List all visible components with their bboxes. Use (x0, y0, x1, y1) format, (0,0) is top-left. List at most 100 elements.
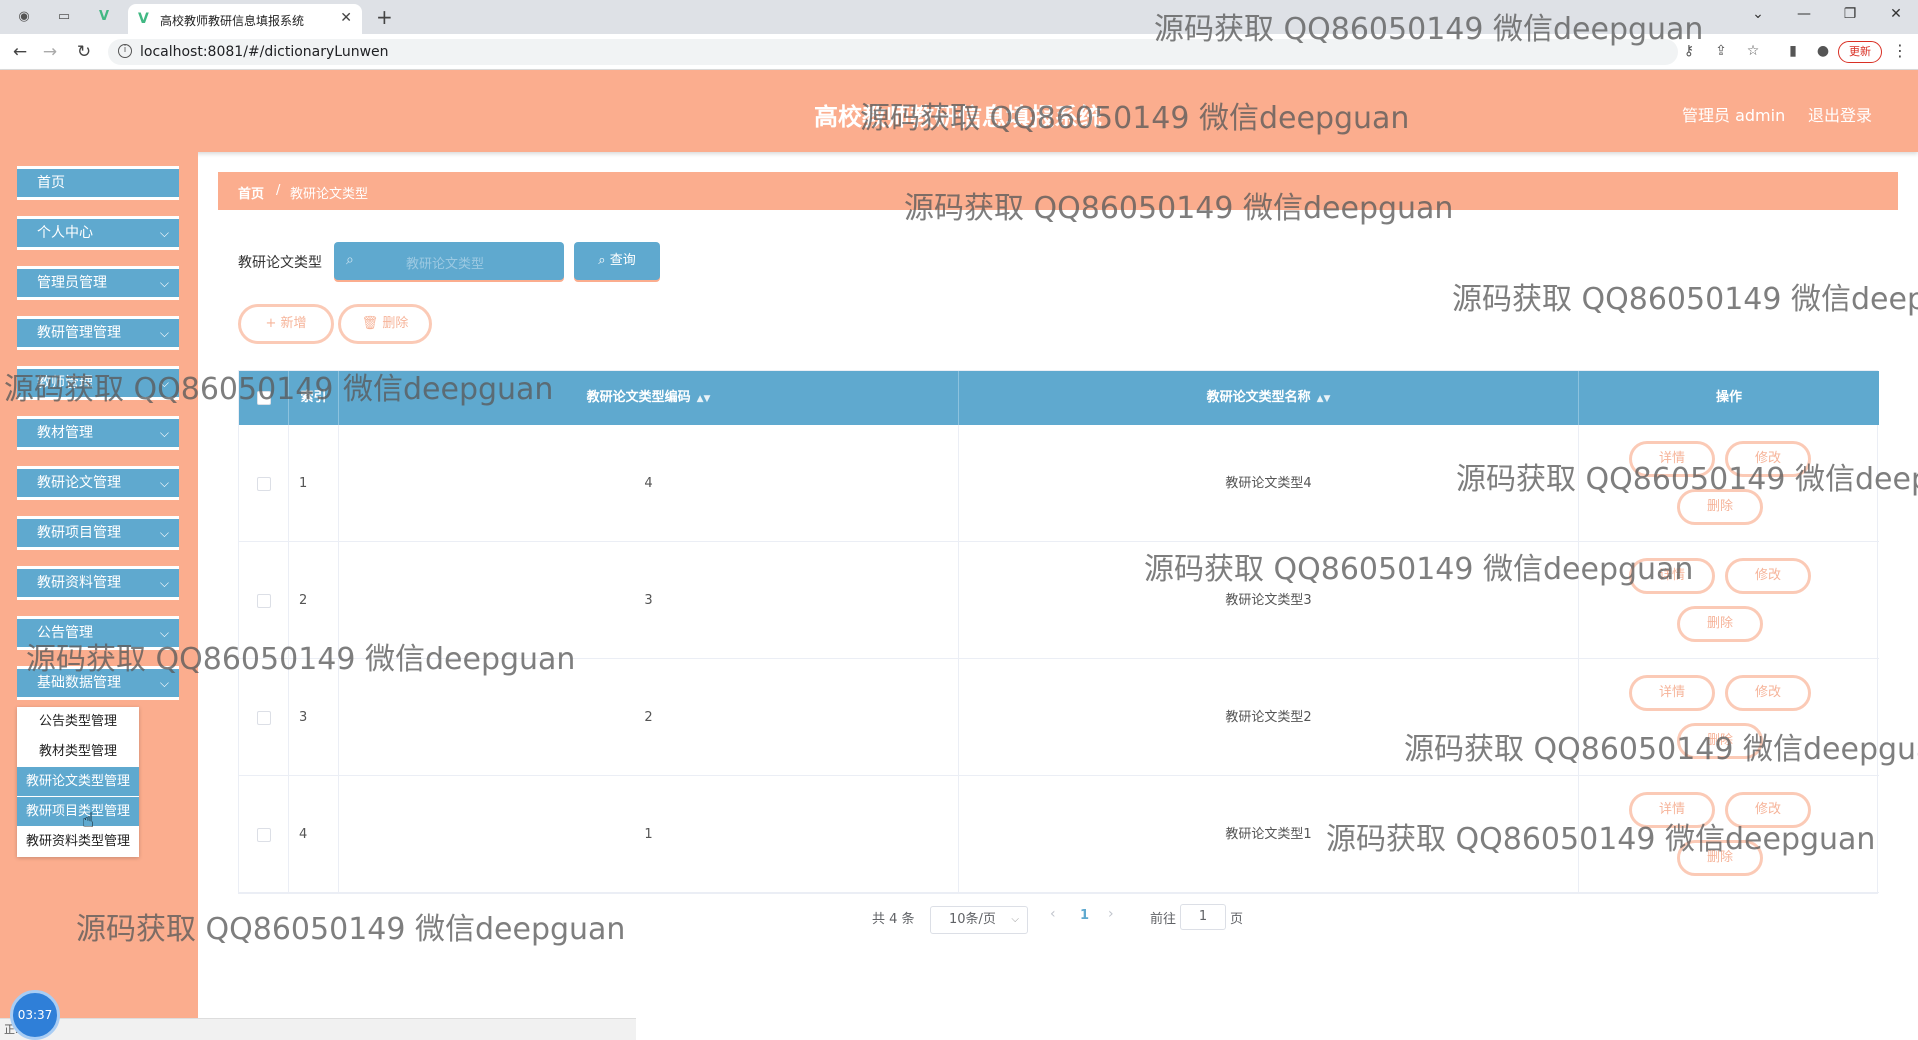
submenu-item-notice-type[interactable]: 公告类型管理 (17, 707, 139, 736)
chevron-down-icon: ⌵ (159, 576, 169, 590)
key-icon[interactable]: ⚷ (1680, 43, 1698, 59)
chevron-down-icon[interactable]: ⌄ (1748, 6, 1768, 22)
row-delete-button[interactable]: 删除 (1677, 489, 1763, 525)
logout-link[interactable]: 退出登录 (1808, 102, 1872, 126)
sidebar-item-home[interactable]: 首页 (17, 166, 179, 200)
sidebar-item-teacher[interactable]: 教师管理 ⌵ (17, 366, 179, 400)
browser-status-bar: 正... (0, 1018, 636, 1040)
name-cell: 教研论文类型3 (959, 542, 1579, 659)
sidebar-item-label: 基础数据管理 (37, 675, 121, 691)
row-checkbox[interactable] (256, 476, 271, 491)
edit-button[interactable]: 修改 (1725, 441, 1811, 477)
breadcrumb-home[interactable]: 首页 (238, 183, 264, 202)
page-number-current[interactable]: 1 (1080, 908, 1089, 923)
goto-label: 前往 (1150, 912, 1177, 927)
tab-icon[interactable]: ▭ (56, 9, 72, 25)
sidebar-item-notice[interactable]: 公告管理 ⌵ (17, 616, 179, 650)
minimize-icon[interactable]: — (1794, 6, 1814, 22)
profile-icon[interactable]: ● (1814, 43, 1832, 59)
sidebar-item-admin[interactable]: 管理员管理 ⌵ (17, 266, 179, 300)
sidepanel-icon[interactable]: ▮ (1784, 43, 1802, 59)
back-icon[interactable]: ← (10, 42, 30, 62)
index-cell: 1 (289, 425, 339, 542)
sidebar-item-personal[interactable]: 个人中心 ⌵ (17, 216, 179, 250)
row-delete-button[interactable]: 删除 (1677, 840, 1763, 876)
search-placeholder: 教研论文类型 (406, 257, 485, 272)
select-all-checkbox[interactable] (256, 390, 271, 405)
maximize-icon[interactable]: ❐ (1840, 6, 1860, 22)
row-delete-button[interactable]: 删除 (1677, 606, 1763, 642)
row-select-cell (239, 776, 289, 893)
sidebar-item-material[interactable]: 教研资料管理 ⌵ (17, 566, 179, 600)
chevron-down-icon: ⌵ (159, 426, 169, 440)
edit-button[interactable]: 修改 (1725, 792, 1811, 828)
forward-icon[interactable]: → (40, 42, 60, 62)
page-suffix-label: 页 (1230, 912, 1244, 927)
sidebar-item-label: 公告管理 (37, 625, 93, 641)
submenu-item-paper-type[interactable]: 教研论文类型管理 (17, 767, 139, 796)
code-cell: 1 (339, 776, 959, 893)
window-close-icon[interactable]: ✕ (1886, 6, 1906, 22)
operation-cell: 详情 修改 删除 (1579, 425, 1879, 542)
share-icon[interactable]: ⇪ (1712, 43, 1730, 59)
detail-button[interactable]: 详情 (1629, 558, 1715, 594)
more-icon[interactable]: ⋮ (1892, 41, 1908, 60)
new-tab-button[interactable]: + (376, 5, 393, 29)
edit-button[interactable]: 修改 (1725, 675, 1811, 711)
table-row: 3 2 教研论文类型2 详情 修改 删除 (239, 659, 1879, 776)
close-icon[interactable]: ✕ (340, 10, 352, 26)
page-jump-input[interactable]: 1 (1180, 904, 1226, 930)
sidebar-item-label: 教研项目管理 (37, 525, 121, 541)
row-select-cell (239, 659, 289, 776)
url-text: localhost:8081/#/dictionaryLunwen (140, 44, 389, 60)
table-row: 4 1 教研论文类型1 详情 修改 删除 (239, 776, 1879, 893)
info-icon[interactable]: i (118, 44, 132, 58)
submenu-item-textbook-type[interactable]: 教材类型管理 (17, 737, 139, 766)
detail-button[interactable]: 详情 (1629, 792, 1715, 828)
search-input[interactable]: ⌕ 教研论文类型 (334, 242, 564, 280)
sidebar-item-base-data[interactable]: 基础数据管理 ⌵ (17, 666, 179, 700)
vue-icon[interactable]: V (96, 9, 112, 25)
browser-tab-active[interactable]: V 高校教师教研信息填报系统 ✕ (128, 4, 362, 34)
column-header-name[interactable]: 教研论文类型名称 ▲▼ (959, 371, 1579, 425)
detail-button[interactable]: 详情 (1629, 675, 1715, 711)
row-checkbox[interactable] (256, 710, 271, 725)
submenu-item-project-type[interactable]: 教研项目类型管理 (17, 797, 139, 826)
search-button-label: 查询 (609, 253, 636, 268)
search-icon: ⌕ (598, 253, 610, 268)
row-checkbox[interactable] (256, 593, 271, 608)
sidebar-item-paper[interactable]: 教研论文管理 ⌵ (17, 466, 179, 500)
update-button[interactable]: 更新 (1838, 41, 1882, 63)
browser-profile-icon[interactable]: ◉ (16, 9, 32, 25)
reload-icon[interactable]: ↻ (74, 42, 94, 62)
row-select-cell (239, 542, 289, 659)
breadcrumb-separator: / (276, 183, 281, 198)
operation-cell: 详情 修改 删除 (1579, 659, 1879, 776)
search-button[interactable]: ⌕ 查询 (574, 242, 660, 280)
page-size-select[interactable]: 10条/页 ⌵ (930, 906, 1028, 934)
url-field[interactable]: i localhost:8081/#/dictionaryLunwen (108, 39, 1678, 65)
sidebar-item-research-mgmt[interactable]: 教研管理管理 ⌵ (17, 316, 179, 350)
detail-button[interactable]: 详情 (1629, 441, 1715, 477)
row-checkbox[interactable] (256, 827, 271, 842)
sort-icon[interactable]: ▲▼ (697, 394, 711, 404)
row-delete-button[interactable]: 删除 (1677, 723, 1763, 759)
prev-page-icon[interactable]: ‹ (1050, 906, 1056, 922)
sort-icon[interactable]: ▲▼ (1317, 394, 1331, 404)
sidebar-item-project[interactable]: 教研项目管理 ⌵ (17, 516, 179, 550)
search-label: 教研论文类型 (238, 255, 322, 271)
sidebar-item-textbook[interactable]: 教材管理 ⌵ (17, 416, 179, 450)
table-row: 2 3 教研论文类型3 详情 修改 删除 (239, 542, 1879, 659)
column-header-code[interactable]: 教研论文类型编码 ▲▼ (339, 371, 959, 425)
sidebar-item-label: 管理员管理 (37, 275, 107, 291)
star-icon[interactable]: ☆ (1744, 43, 1762, 59)
edit-button[interactable]: 修改 (1725, 558, 1811, 594)
submenu-item-material-type[interactable]: 教研资料类型管理 (17, 827, 139, 856)
add-button[interactable]: + 新增 (238, 304, 334, 344)
index-cell: 4 (289, 776, 339, 893)
pagination-total: 共 4 条 (872, 912, 915, 927)
delete-button[interactable]: 🗑 删除 (338, 304, 432, 344)
next-page-icon[interactable]: › (1108, 906, 1114, 922)
delete-button-label: 删除 (382, 316, 409, 331)
code-cell: 2 (339, 659, 959, 776)
